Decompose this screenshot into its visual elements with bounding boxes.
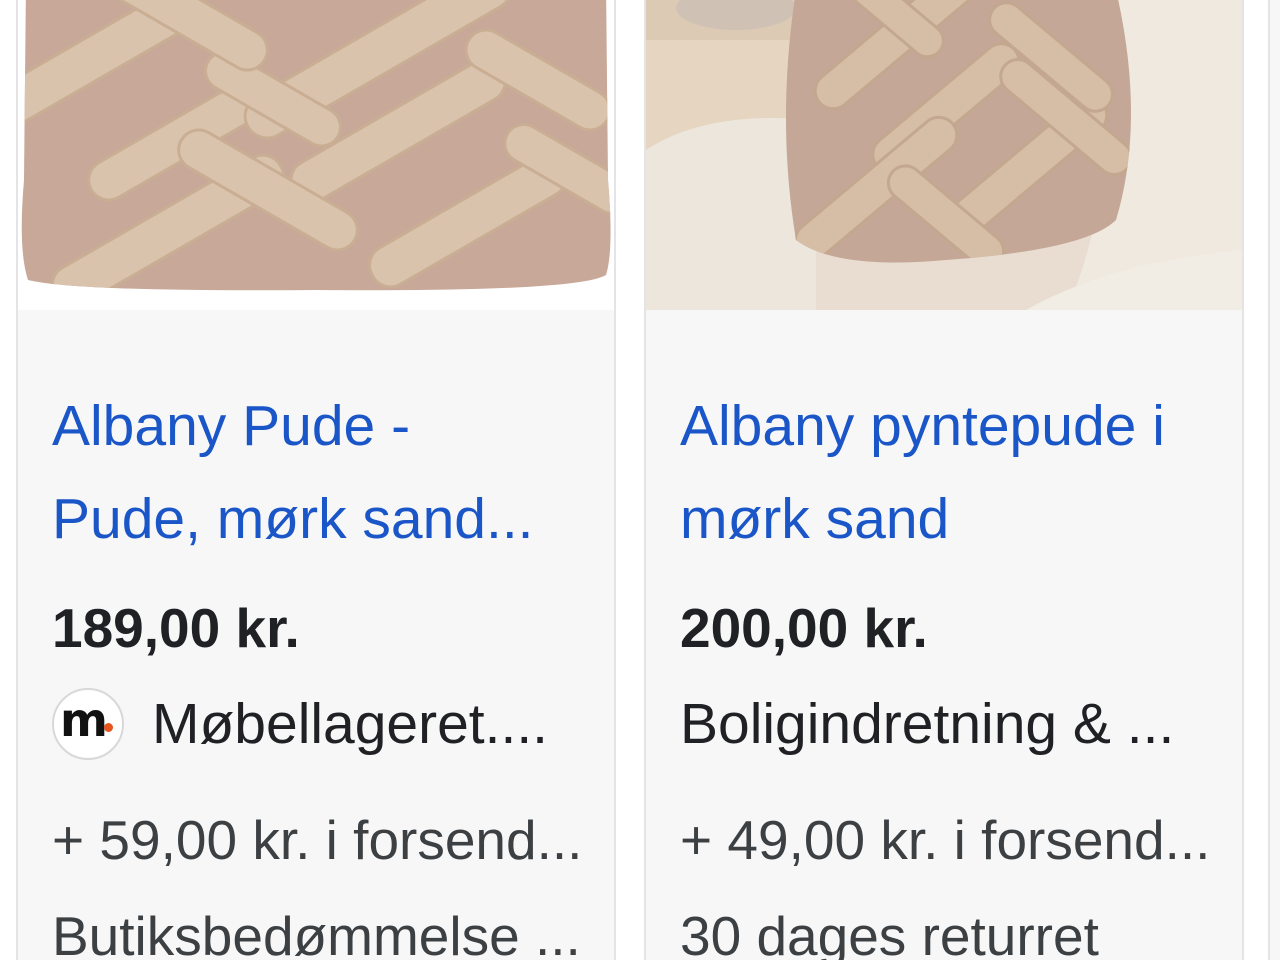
store-row[interactable]: Boligindretning & ... <box>680 684 1174 764</box>
pillow-icon <box>18 0 614 310</box>
product-image-pillow-on-chair[interactable] <box>646 0 1242 310</box>
product-price: 200,00 kr. <box>680 597 928 659</box>
store-name: Boligindretning & ... <box>680 692 1175 756</box>
product-image-pillow[interactable] <box>18 0 614 310</box>
logo-letter: m <box>60 693 108 747</box>
pillow-on-chair-icon <box>646 0 1242 310</box>
shopping-results-carousel: Albany Pude - Pude, mørk sand... 189,00 … <box>0 0 1280 960</box>
product-title-link[interactable]: Albany Pude - Pude, mørk sand... <box>52 380 592 566</box>
product-card-albany-pyntepude[interactable]: Albany pyntepude i mørk sand 200,00 kr. … <box>644 0 1244 960</box>
store-row[interactable]: m Møbellageret.... <box>52 684 548 764</box>
logo-dot <box>104 723 113 732</box>
product-title-link[interactable]: Albany pyntepude i mørk sand <box>680 380 1240 566</box>
shipping-cost: + 59,00 kr. i forsend... <box>52 809 583 871</box>
store-rating-label: Butiksbedømmelse ... <box>52 905 581 960</box>
product-card-next-peek[interactable] <box>1268 0 1280 960</box>
product-price: 189,00 kr. <box>52 597 300 659</box>
shipping-cost: + 49,00 kr. i forsend... <box>680 809 1211 871</box>
return-policy-label: 30 dages returret <box>680 905 1099 960</box>
product-card-albany-pude[interactable]: Albany Pude - Pude, mørk sand... 189,00 … <box>16 0 616 960</box>
mobellageret-logo-icon: m <box>52 688 124 760</box>
store-name: Møbellageret.... <box>152 692 548 756</box>
